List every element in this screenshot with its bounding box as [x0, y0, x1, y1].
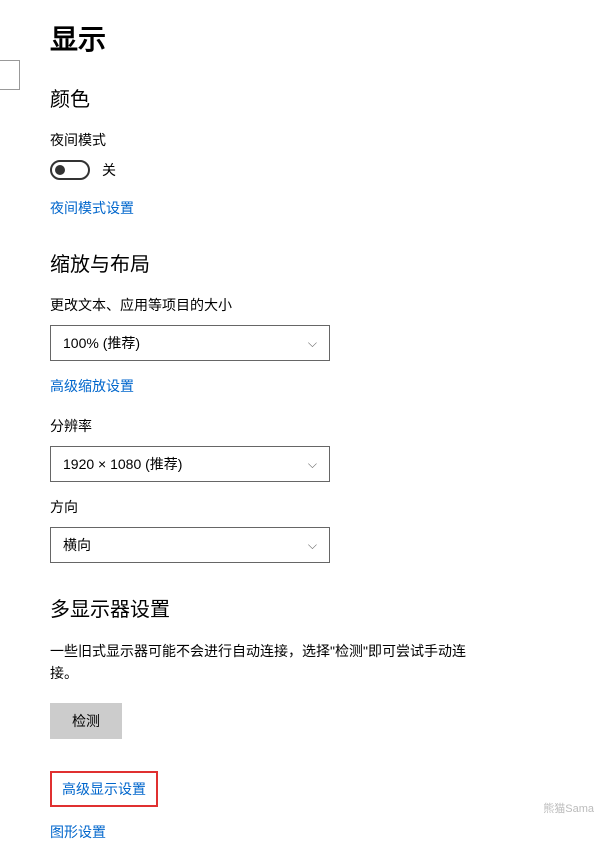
toggle-knob — [55, 165, 65, 175]
orientation-value: 横向 — [63, 535, 91, 555]
settings-content: 显示 颜色 夜间模式 关 夜间模式设置 缩放与布局 更改文本、应用等项目的大小 … — [0, 0, 609, 842]
chevron-down-icon: ⌵ — [308, 336, 317, 351]
multi-display-description: 一些旧式显示器可能不会进行自动连接，选择"检测"即可尝试手动连接。 — [50, 640, 470, 685]
advanced-display-settings-link[interactable]: 高级显示设置 — [62, 779, 146, 799]
resolution-value: 1920 × 1080 (推荐) — [63, 454, 182, 474]
resolution-label: 分辨率 — [50, 416, 609, 436]
color-section-title: 颜色 — [50, 83, 609, 112]
left-panel-edge — [0, 60, 20, 90]
highlight-annotation: 高级显示设置 — [50, 771, 158, 807]
multi-display-section: 多显示器设置 一些旧式显示器可能不会进行自动连接，选择"检测"即可尝试手动连接。… — [50, 593, 609, 842]
color-section: 颜色 夜间模式 关 夜间模式设置 — [50, 83, 609, 218]
night-mode-state: 关 — [102, 160, 116, 180]
resolution-dropdown[interactable]: 1920 × 1080 (推荐) ⌵ — [50, 446, 330, 482]
watermark: 熊猫Sama — [543, 800, 594, 816]
chevron-down-icon: ⌵ — [308, 538, 317, 553]
scale-layout-title: 缩放与布局 — [50, 248, 609, 277]
night-mode-label: 夜间模式 — [50, 130, 609, 150]
detect-button[interactable]: 检测 — [50, 703, 122, 739]
orientation-dropdown[interactable]: 横向 ⌵ — [50, 527, 330, 563]
multi-display-title: 多显示器设置 — [50, 593, 609, 622]
graphics-settings-link[interactable]: 图形设置 — [50, 822, 106, 842]
night-mode-toggle[interactable] — [50, 160, 90, 180]
night-mode-settings-link[interactable]: 夜间模式设置 — [50, 198, 134, 218]
scale-value: 100% (推荐) — [63, 333, 140, 353]
orientation-label: 方向 — [50, 497, 609, 517]
chevron-down-icon: ⌵ — [308, 457, 317, 472]
page-title: 显示 — [50, 18, 609, 58]
scale-layout-section: 缩放与布局 更改文本、应用等项目的大小 100% (推荐) ⌵ 高级缩放设置 分… — [50, 248, 609, 563]
advanced-scale-link[interactable]: 高级缩放设置 — [50, 376, 134, 396]
scale-label: 更改文本、应用等项目的大小 — [50, 295, 609, 315]
scale-dropdown[interactable]: 100% (推荐) ⌵ — [50, 325, 330, 361]
